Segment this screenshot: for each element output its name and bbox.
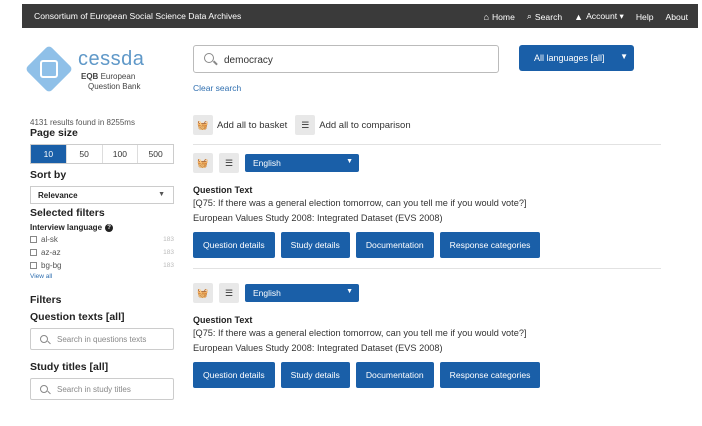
- brand-title[interactable]: Consortium of European Social Science Da…: [34, 11, 241, 21]
- add-all-basket[interactable]: Add all to basket: [217, 120, 287, 131]
- sort-select[interactable]: Relevance ▼: [30, 186, 174, 204]
- page-size-option[interactable]: 500: [138, 145, 173, 163]
- question-label: Question Text: [193, 315, 253, 325]
- checkbox[interactable]: [30, 236, 37, 243]
- list-icon[interactable]: ☰: [295, 115, 316, 135]
- result-language-select[interactable]: English ▼: [245, 284, 359, 302]
- view-all-link[interactable]: View all: [30, 273, 180, 280]
- filter-option[interactable]: al-sk 183: [30, 234, 174, 245]
- question-details-button[interactable]: Question details: [193, 232, 275, 258]
- chevron-down-icon: ▼: [346, 288, 353, 295]
- nav-help[interactable]: Help: [636, 12, 654, 22]
- basket-icon[interactable]: 🧺: [193, 153, 213, 173]
- user-icon: ▲: [574, 11, 584, 22]
- home-icon: ⌂: [483, 11, 489, 22]
- cessda-logo[interactable]: cessda EQB European Question Bank: [24, 42, 170, 100]
- study-title: European Values Study 2008: Integrated D…: [193, 213, 443, 223]
- search-icon: [40, 385, 48, 393]
- page-size-title: Page size: [30, 127, 78, 139]
- add-all-comparison[interactable]: Add all to comparison: [319, 120, 410, 131]
- top-navbar: Consortium of European Social Science Da…: [22, 4, 698, 28]
- logo-text: cessda: [78, 48, 145, 70]
- logo-check-icon: [40, 60, 58, 78]
- list-icon[interactable]: ☰: [219, 153, 239, 173]
- results-panel: 🧺 Add all to basket ☰ Add all to compari…: [193, 110, 663, 388]
- search-input[interactable]: [224, 51, 484, 69]
- nav-search[interactable]: ⌕ Search: [527, 11, 562, 22]
- documentation-button[interactable]: Documentation: [355, 232, 434, 258]
- language-select[interactable]: All languages [all] ▼: [519, 45, 634, 71]
- question-details-button[interactable]: Question details: [193, 362, 275, 388]
- top-nav-links: ⌂ Home ⌕ Search ▲ Account ▾ Help About: [484, 11, 689, 22]
- nav-home[interactable]: ⌂ Home: [484, 12, 515, 22]
- response-categories-button[interactable]: Response categories: [439, 362, 541, 388]
- basket-icon[interactable]: 🧺: [193, 115, 213, 135]
- help-icon[interactable]: ?: [105, 223, 114, 232]
- filter-option[interactable]: bg-bg 183: [30, 260, 174, 271]
- question-texts-search[interactable]: Search in questions texts: [30, 328, 174, 350]
- sort-title: Sort by: [30, 169, 67, 181]
- filters-title: Filters: [30, 294, 62, 306]
- chevron-down-icon: ▼: [346, 158, 353, 165]
- result-item: 🧺 ☰ English ▼ Question Text [Q75: If the…: [193, 153, 663, 258]
- logo-subtitle: Question Bank: [88, 82, 141, 91]
- response-categories-button[interactable]: Response categories: [439, 232, 541, 258]
- chevron-down-icon: ▼: [158, 191, 165, 198]
- clear-search-link[interactable]: Clear search: [193, 83, 241, 93]
- page-size-option[interactable]: 10: [31, 145, 67, 163]
- chevron-down-icon: ▼: [620, 52, 628, 61]
- question-text: [Q75: If there was a general election to…: [193, 328, 527, 338]
- study-titles-search[interactable]: Search in study titles: [30, 378, 174, 400]
- search-icon: [40, 335, 48, 343]
- study-details-button[interactable]: Study details: [280, 232, 350, 258]
- basket-icon[interactable]: 🧺: [193, 283, 213, 303]
- nav-account[interactable]: ▲ Account ▾: [574, 11, 624, 22]
- page-size-option[interactable]: 50: [67, 145, 103, 163]
- checkbox[interactable]: [30, 249, 37, 256]
- study-titles-title: Study titles [all]: [30, 361, 109, 373]
- question-text: [Q75: If there was a general election to…: [193, 198, 527, 208]
- checkbox[interactable]: [30, 262, 37, 269]
- search-icon: [204, 53, 214, 63]
- nav-about[interactable]: About: [666, 12, 688, 22]
- page-size-selector: 10 50 100 500: [30, 144, 174, 164]
- study-details-button[interactable]: Study details: [280, 362, 350, 388]
- sidebar: 4131 results found in 8255ms Page size 1…: [30, 118, 180, 400]
- selected-filters-title: Selected filters: [30, 207, 105, 219]
- result-item: 🧺 ☰ English ▼ Question Text [Q75: If the…: [193, 283, 663, 388]
- bulk-actions: 🧺 Add all to basket ☰ Add all to compari…: [193, 110, 663, 140]
- interview-language-title: Interview language ?: [30, 223, 180, 232]
- question-label: Question Text: [193, 185, 253, 195]
- filter-option[interactable]: az-az 183: [30, 247, 174, 258]
- page-size-option[interactable]: 100: [103, 145, 139, 163]
- question-texts-title: Question texts [all]: [30, 311, 125, 323]
- result-language-select[interactable]: English ▼: [245, 154, 359, 172]
- search-icon: ⌕: [526, 11, 532, 21]
- logo-eqb: EQB European: [81, 72, 136, 81]
- study-title: European Values Study 2008: Integrated D…: [193, 343, 443, 353]
- documentation-button[interactable]: Documentation: [355, 362, 434, 388]
- list-icon[interactable]: ☰: [219, 283, 239, 303]
- results-info: 4131 results found in 8255ms: [30, 118, 135, 127]
- search-box: [193, 45, 499, 73]
